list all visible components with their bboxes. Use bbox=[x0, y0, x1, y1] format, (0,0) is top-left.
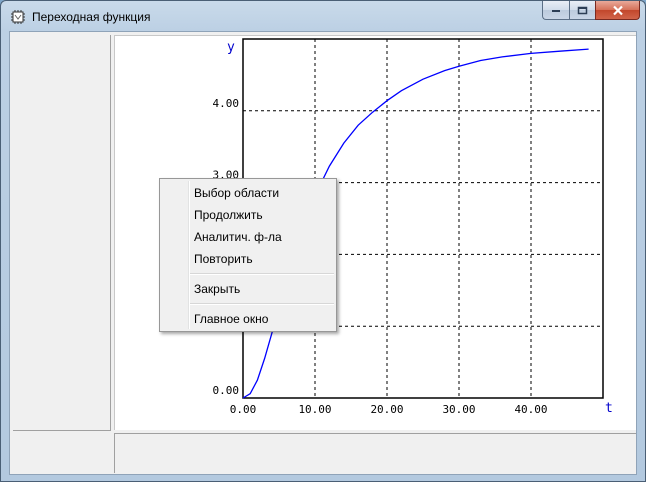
menu-item-label: Продолжить bbox=[194, 208, 263, 222]
x-tick-label: 30.00 bbox=[442, 403, 475, 416]
menu-item-label: Аналитич. ф-ла bbox=[194, 230, 282, 244]
y-axis-label: y bbox=[227, 40, 235, 55]
menu-separator bbox=[190, 303, 334, 305]
x-tick-label: 10.00 bbox=[298, 403, 331, 416]
maximize-button[interactable] bbox=[569, 1, 595, 20]
menu-item-repeat[interactable]: Повторить bbox=[162, 248, 334, 270]
context-menu: Выбор области Продолжить Аналитич. ф-ла … bbox=[159, 178, 337, 332]
menu-item-analytic-formula[interactable]: Аналитич. ф-ла bbox=[162, 226, 334, 248]
title-bar[interactable]: Переходная функция bbox=[1, 1, 645, 31]
window-title: Переходная функция bbox=[32, 10, 151, 24]
menu-item-main-window[interactable]: Главное окно bbox=[162, 308, 334, 330]
close-button[interactable] bbox=[595, 1, 640, 20]
menu-item-label: Повторить bbox=[194, 252, 253, 266]
menu-item-select-area[interactable]: Выбор области bbox=[162, 182, 334, 204]
menu-item-label: Главное окно bbox=[194, 312, 269, 326]
x-tick-label: 40.00 bbox=[514, 403, 547, 416]
transient-response-window: Переходная функция 0.00 10.00 20.00 30.00 40… bbox=[0, 0, 646, 482]
x-axis-label: t bbox=[605, 401, 613, 416]
menu-separator bbox=[190, 273, 334, 275]
maximize-icon bbox=[577, 6, 588, 14]
minimize-button[interactable] bbox=[542, 1, 569, 20]
x-tick-label: 20.00 bbox=[370, 403, 403, 416]
y-tick-label: 0.00 bbox=[213, 384, 240, 397]
y-tick-label: 4.00 bbox=[213, 97, 240, 110]
menu-item-close[interactable]: Закрыть bbox=[162, 278, 334, 300]
minimize-icon bbox=[552, 10, 560, 12]
menu-item-label: Закрыть bbox=[194, 282, 241, 296]
left-panel bbox=[13, 35, 111, 431]
status-bar bbox=[114, 433, 636, 473]
menu-item-continue[interactable]: Продолжить bbox=[162, 204, 334, 226]
x-tick-label: 0.00 bbox=[230, 403, 257, 416]
close-icon bbox=[612, 5, 623, 15]
menu-item-label: Выбор области bbox=[194, 186, 280, 200]
chip-app-icon bbox=[11, 10, 25, 24]
